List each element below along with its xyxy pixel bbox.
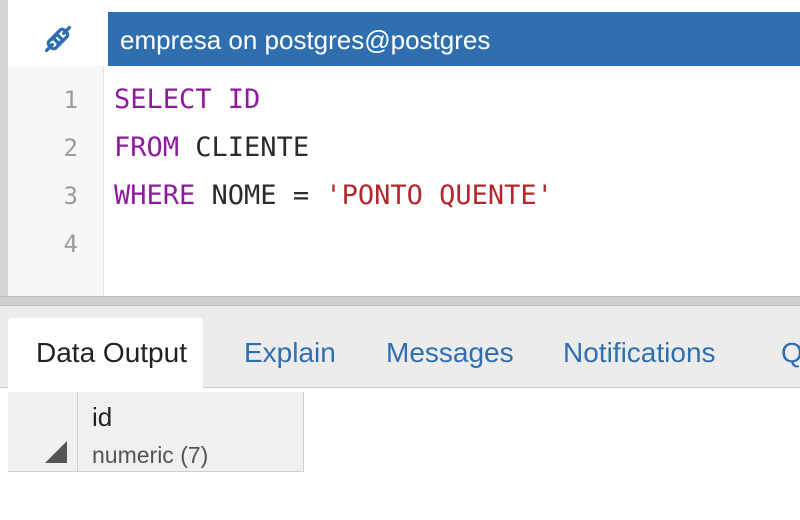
code-line[interactable]: SELECT ID	[114, 76, 260, 124]
sql-keyword: WHERE	[114, 180, 196, 211]
tab-messages[interactable]: Messages	[386, 318, 514, 388]
line-number: 3	[63, 182, 78, 210]
tab-explain[interactable]: Explain	[244, 318, 336, 388]
column-name: id	[92, 402, 113, 432]
query-titlebar: empresa on postgres@postgres	[8, 0, 800, 66]
sql-identifier: CLIENTE	[179, 132, 310, 163]
line-number: 2	[63, 134, 78, 162]
connection-title-bar: empresa on postgres@postgres	[108, 12, 800, 66]
sql-identifier: NOME =	[195, 180, 326, 211]
sql-string-literal: 'PONTO QUENTE'	[325, 180, 553, 211]
tab-query-history[interactable]: Q	[781, 318, 800, 388]
sql-editor[interactable]: 1 2 3 4 SELECT ID FROM CLIENTE WHERE NOM…	[8, 66, 800, 296]
column-header-id[interactable]: id numeric (7)	[78, 392, 304, 472]
sql-keyword: FROM	[114, 132, 180, 163]
results-tabs: Data Output Explain Messages Notificatio…	[0, 306, 800, 388]
panel-splitter[interactable]	[0, 296, 800, 306]
connection-title: empresa on postgres@postgres	[120, 25, 491, 55]
sql-keyword: SELECT ID	[114, 84, 261, 115]
connection-plug-icon	[44, 25, 72, 53]
select-all-corner[interactable]	[8, 392, 78, 472]
code-line[interactable]: FROM CLIENTE	[114, 124, 309, 172]
line-number-gutter: 1 2 3 4	[8, 66, 104, 296]
tab-notifications[interactable]: Notifications	[563, 318, 716, 388]
window-frame-left	[0, 0, 8, 300]
column-type: numeric (7)	[92, 442, 209, 468]
connection-status-button[interactable]	[8, 12, 108, 66]
data-output-grid: id numeric (7)	[0, 388, 800, 520]
corner-triangle-icon	[45, 441, 67, 463]
line-number: 4	[63, 230, 78, 258]
code-line[interactable]: WHERE NOME = 'PONTO QUENTE'	[114, 172, 553, 220]
tab-data-output[interactable]: Data Output	[8, 318, 203, 388]
line-number: 1	[63, 86, 78, 114]
